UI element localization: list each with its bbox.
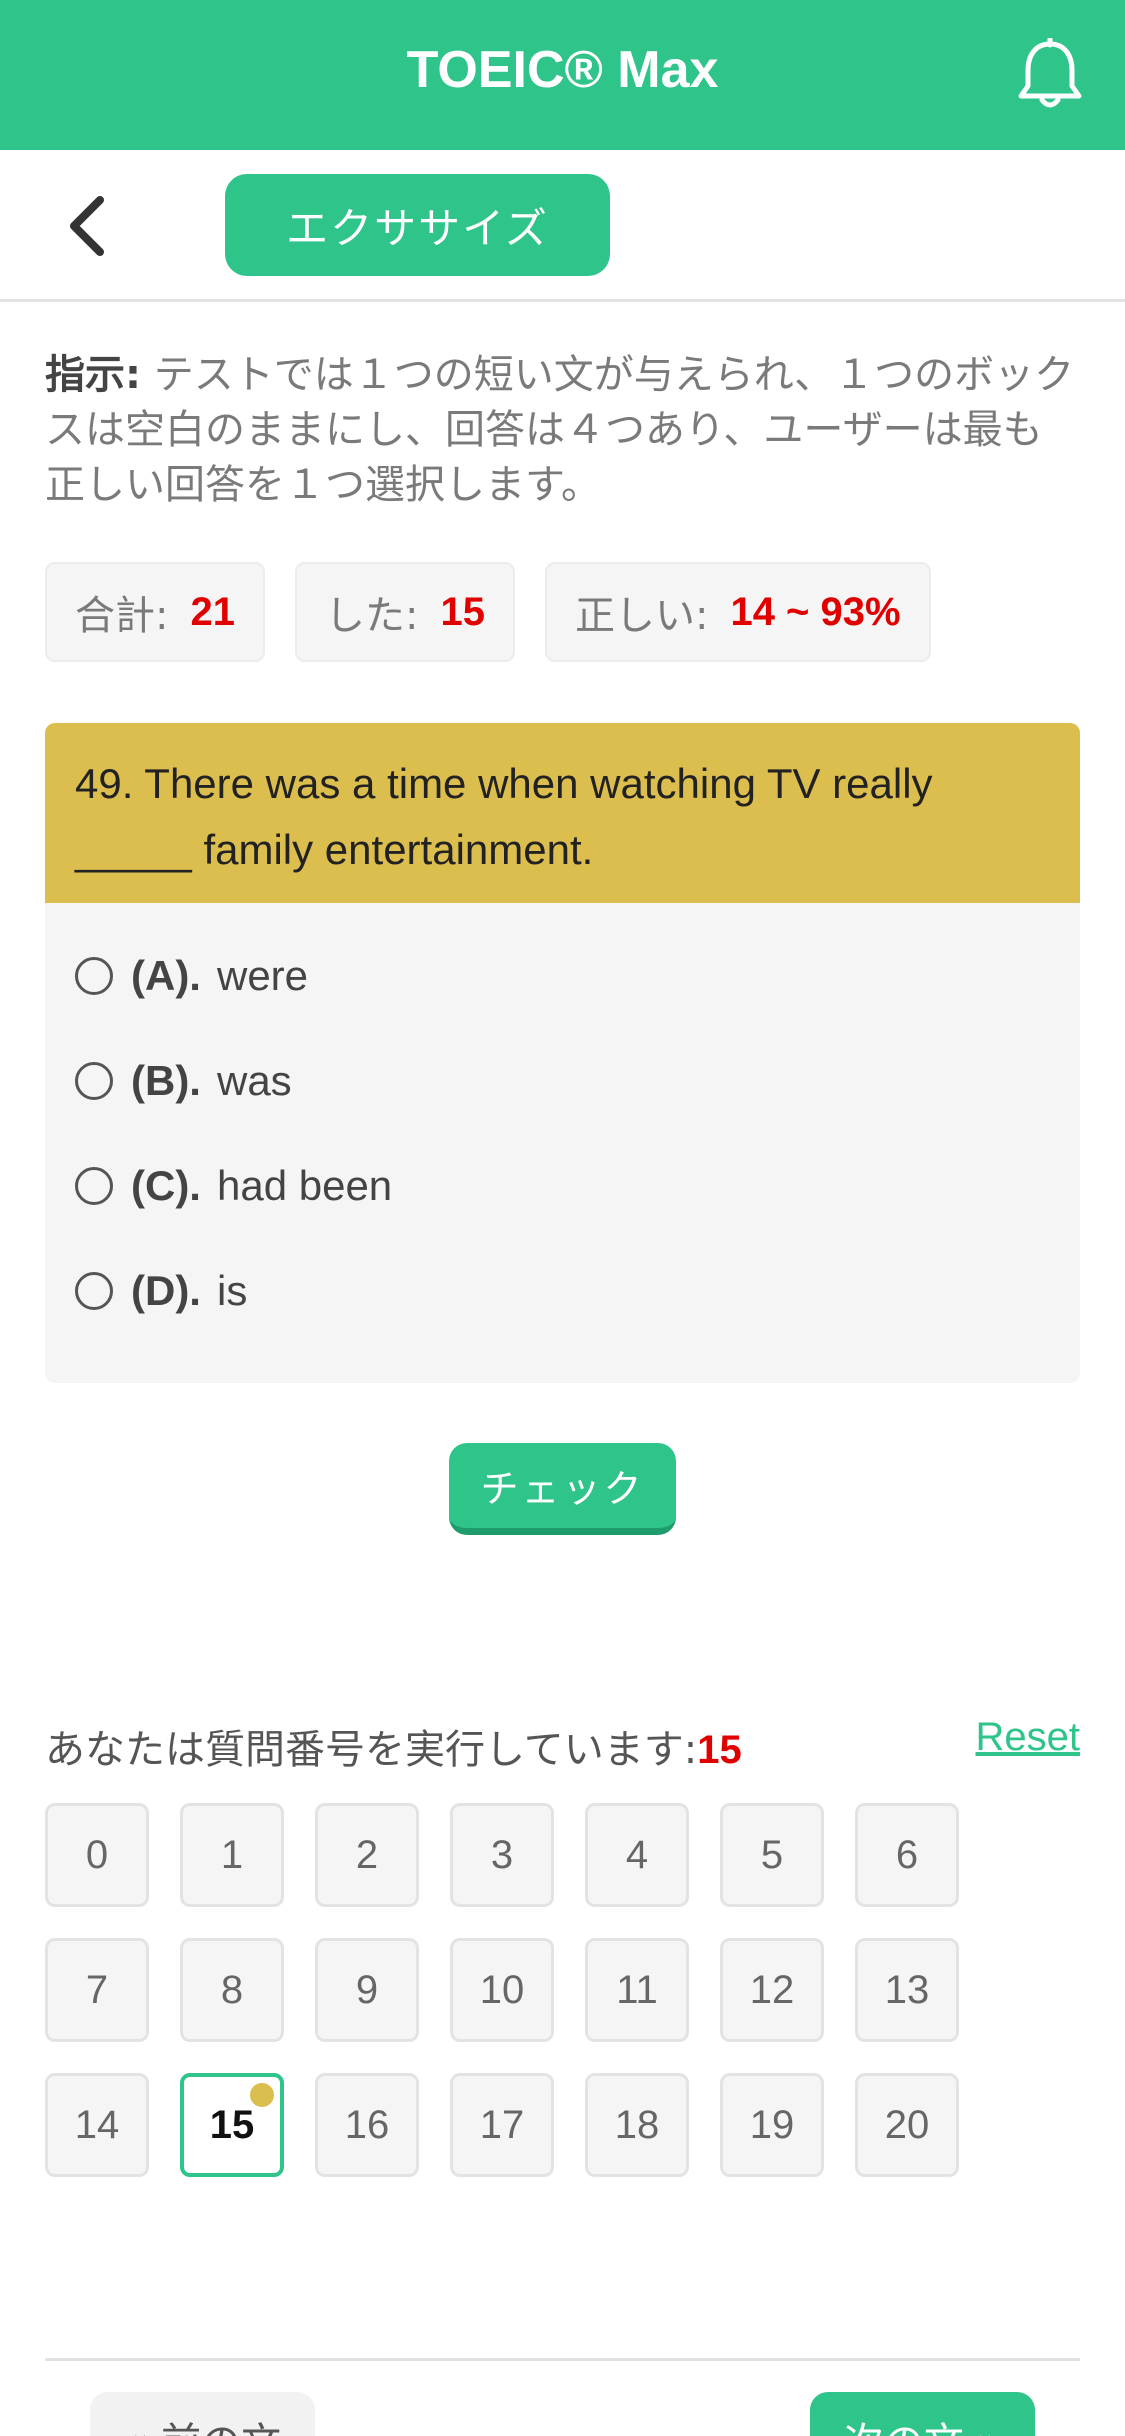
instructions-label: 指示:	[45, 352, 141, 398]
question-number-grid: 0 1 2 3 4 5 6 7 8 9 10 11 12 13 14 15 16…	[45, 1803, 1005, 2177]
question-number-cell[interactable]: 9	[315, 1938, 419, 2042]
stat-correct-label: 正しい:	[574, 593, 709, 639]
option-b[interactable]: (B). was	[45, 1028, 1080, 1133]
stats-bar: 合計: 21 した: 15 正しい: 14 ~ 93%	[45, 562, 931, 662]
option-a[interactable]: (A). were	[45, 923, 1080, 1028]
question-number-cell[interactable]: 16	[315, 2073, 419, 2177]
progress-label-text: あなたは質問番号を実行しています:	[45, 1727, 698, 1773]
current-indicator-dot	[250, 2083, 274, 2107]
question-number-cell[interactable]: 12	[720, 1938, 824, 2042]
question-number-cell[interactable]: 10	[450, 1938, 554, 2042]
instructions-text: テストでは１つの短い文が与えられ、１つのボックスは空白のままにし、回答は４つあり…	[45, 352, 1075, 508]
question-number-cell[interactable]: 20	[855, 2073, 959, 2177]
top-bar: TOEIC® Max	[0, 0, 1125, 150]
stat-done: した: 15	[294, 562, 515, 662]
option-key: (C).	[131, 1161, 201, 1209]
question-number-cell[interactable]: 7	[45, 1938, 149, 2042]
option-text: had been	[216, 1161, 393, 1209]
question-card: 49. There was a time when watching TV re…	[45, 723, 1080, 1383]
question-number-cell-current[interactable]: 15	[180, 2073, 284, 2177]
back-arrow-icon[interactable]	[60, 194, 120, 258]
check-button[interactable]: チェック	[449, 1443, 676, 1535]
progress-label: あなたは質問番号を実行しています:15	[45, 1717, 742, 1775]
radio-button[interactable]	[75, 1061, 113, 1100]
current-question-number: 15	[697, 1728, 742, 1772]
reset-link[interactable]: Reset	[976, 1715, 1081, 1760]
stat-done-value: 15	[440, 589, 485, 634]
option-c[interactable]: (C). had been	[45, 1133, 1080, 1238]
question-number-cell[interactable]: 5	[720, 1803, 824, 1907]
sub-header: エクササイズ	[0, 150, 1125, 302]
question-number-cell[interactable]: 14	[45, 2073, 149, 2177]
current-cell-label: 15	[209, 2102, 255, 2147]
question-number-cell[interactable]: 19	[720, 2073, 824, 2177]
stat-total: 合計: 21	[45, 562, 265, 662]
question-number-cell[interactable]: 4	[585, 1803, 689, 1907]
stat-total-label: 合計:	[75, 593, 169, 639]
question-number-cell[interactable]: 2	[315, 1803, 419, 1907]
app-title: TOEIC® Max	[406, 41, 719, 99]
radio-button[interactable]	[75, 956, 113, 995]
stat-done-label: した:	[324, 593, 419, 639]
instructions: 指示: テストでは１つの短い文が与えられ、１つのボックスは空白のままにし、回答は…	[45, 348, 1075, 513]
question-number-cell[interactable]: 11	[585, 1938, 689, 2042]
question-number-cell[interactable]: 1	[180, 1803, 284, 1907]
answer-options: (A). were (B). was (C). had been (D). is	[45, 903, 1080, 1343]
option-key: (A).	[131, 951, 201, 999]
option-key: (D).	[131, 1266, 201, 1314]
question-number-cell[interactable]: 0	[45, 1803, 149, 1907]
option-d[interactable]: (D). is	[45, 1238, 1080, 1343]
question-number-cell[interactable]: 17	[450, 2073, 554, 2177]
radio-button[interactable]	[75, 1271, 113, 1310]
option-text: were	[216, 951, 309, 999]
question-text: 49. There was a time when watching TV re…	[45, 723, 1080, 903]
option-key: (B).	[131, 1056, 201, 1104]
question-number-cell[interactable]: 18	[585, 2073, 689, 2177]
prev-sentence-button[interactable]: « 前の文	[90, 2392, 315, 2436]
stat-correct: 正しい: 14 ~ 93%	[544, 562, 931, 662]
exercise-tab-button[interactable]: エクササイズ	[225, 174, 610, 276]
footer-divider	[45, 2358, 1080, 2361]
question-number-cell[interactable]: 13	[855, 1938, 959, 2042]
question-number-cell[interactable]: 3	[450, 1803, 554, 1907]
next-sentence-button[interactable]: 次の文 »	[810, 2392, 1035, 2436]
question-number-cell[interactable]: 8	[180, 1938, 284, 2042]
stat-correct-value: 14 ~ 93%	[730, 589, 901, 634]
option-text: was	[216, 1056, 292, 1104]
option-text: is	[216, 1266, 248, 1314]
question-number-cell[interactable]: 6	[855, 1803, 959, 1907]
radio-button[interactable]	[75, 1166, 113, 1205]
bell-icon[interactable]	[1015, 38, 1085, 112]
stat-total-value: 21	[190, 589, 235, 634]
